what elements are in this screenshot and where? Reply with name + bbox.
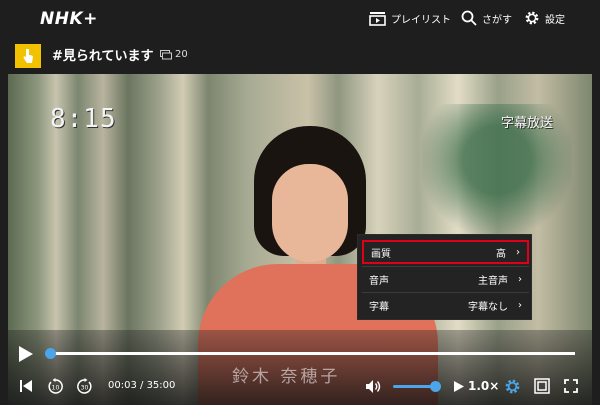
program-title: #見られています — [52, 49, 154, 64]
on-screen-clock: 8:15 — [50, 104, 117, 134]
menu-item-subtitles[interactable]: 字幕 字幕なし › — [362, 293, 529, 317]
theater-mode-button[interactable] — [533, 377, 551, 395]
fullscreen-icon — [564, 379, 578, 393]
forward-30-icon: 30 — [76, 377, 92, 394]
svg-text:30: 30 — [80, 384, 88, 391]
svg-text:10: 10 — [51, 384, 59, 391]
hand-pointer-icon — [23, 49, 33, 63]
menu-item-audio[interactable]: 音声 主音声 › — [362, 267, 529, 291]
search-link[interactable]: さがす — [461, 8, 512, 28]
search-label: さがす — [482, 14, 512, 26]
chevron-right-icon: › — [518, 273, 522, 285]
speed-play-icon — [452, 377, 466, 395]
skip-previous-icon — [20, 380, 32, 392]
time-separator: / — [136, 380, 147, 391]
menu-item-value: 高 — [496, 248, 506, 260]
menu-item-value: 字幕なし — [468, 301, 508, 313]
previous-button[interactable] — [18, 377, 34, 395]
fullscreen-button[interactable] — [563, 377, 579, 395]
comment-count-value: 20 — [175, 49, 188, 60]
menu-item-label: 音声 — [369, 275, 389, 287]
chevron-right-icon: › — [516, 246, 520, 258]
menu-item-label: 画質 — [371, 248, 391, 260]
settings-link[interactable]: 設定 — [524, 8, 565, 28]
gear-icon — [505, 379, 519, 393]
volume-handle[interactable] — [430, 381, 441, 392]
nhk-plus-logo[interactable]: NHK+ — [40, 9, 98, 29]
total-time: 35:00 — [146, 380, 176, 391]
current-time: 00:03 — [108, 380, 137, 391]
playlist-icon — [369, 11, 386, 26]
rewind-10-button[interactable]: 10 — [46, 377, 64, 395]
menu-item-label: 字幕 — [369, 301, 389, 313]
top-header: NHK+ プレイリスト さがす 設定 — [0, 0, 600, 37]
playlist-label: プレイリスト — [391, 14, 451, 26]
settings-button[interactable] — [503, 377, 521, 395]
comment-count[interactable]: 20 — [160, 49, 188, 60]
playback-time: 00:03 / 35:00 — [108, 380, 175, 391]
playback-speed-button[interactable]: 1.0× — [468, 379, 499, 393]
settings-menu: 画質 高 › 音声 主音声 › 字幕 字幕なし › — [357, 234, 532, 320]
playlist-link[interactable]: プレイリスト — [369, 8, 451, 28]
settings-label: 設定 — [545, 14, 565, 26]
rewind-10-icon: 10 — [47, 377, 63, 394]
volume-button[interactable] — [364, 377, 382, 395]
gear-icon — [525, 11, 539, 25]
play-button[interactable] — [18, 345, 34, 363]
seek-bar[interactable] — [50, 352, 575, 355]
menu-item-quality[interactable]: 画質 高 › — [362, 240, 529, 264]
program-thumbnail[interactable] — [15, 44, 41, 68]
presenter-name-caption: 鈴木 奈穂子 — [232, 367, 341, 387]
chevron-right-icon: › — [518, 299, 522, 311]
search-icon — [461, 10, 477, 26]
comment-icon — [160, 49, 172, 59]
menu-item-value: 主音声 — [478, 275, 508, 287]
theater-mode-icon — [534, 378, 550, 394]
volume-icon — [365, 379, 380, 393]
caption-broadcast-tag: 字幕放送 — [501, 116, 554, 131]
forward-30-button[interactable]: 30 — [75, 377, 93, 395]
